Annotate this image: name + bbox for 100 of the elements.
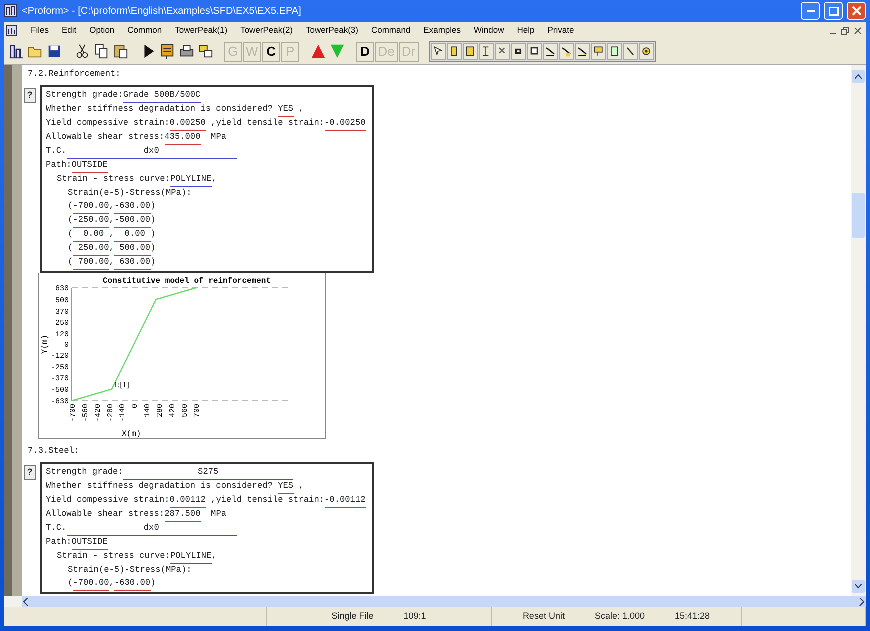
diagonal-line-button[interactable] bbox=[574, 43, 590, 60]
value-field[interactable]: -700.00 bbox=[73, 200, 110, 214]
value-field[interactable]: POLYLINE bbox=[170, 173, 212, 187]
page-icon bbox=[464, 44, 477, 59]
value-field[interactable]: -0.00112 bbox=[324, 494, 366, 508]
value-field[interactable]: -630.00 bbox=[114, 200, 151, 214]
panel-button[interactable] bbox=[606, 43, 622, 60]
minimize-icon bbox=[806, 10, 814, 12]
scroll-down-button[interactable] bbox=[852, 580, 865, 593]
cross-button[interactable] bbox=[494, 43, 510, 60]
menu-item[interactable]: Command bbox=[371, 24, 411, 37]
menu-item[interactable]: Option bbox=[90, 24, 115, 37]
value-field[interactable]: 435.000 bbox=[164, 131, 201, 145]
value-field[interactable]: OUTSIDE bbox=[72, 536, 108, 550]
value-field[interactable]: POLYLINE bbox=[170, 550, 212, 564]
square-button[interactable] bbox=[510, 43, 526, 60]
document-icon bbox=[6, 24, 18, 36]
scroll-up-button[interactable] bbox=[852, 70, 865, 83]
minimize-button[interactable] bbox=[801, 2, 820, 20]
label-text: Strain - stress curve: bbox=[57, 550, 170, 563]
value-field[interactable]: 700.00 bbox=[73, 256, 110, 270]
frame-button[interactable] bbox=[526, 43, 542, 60]
restore-icon[interactable] bbox=[841, 26, 849, 34]
value-field[interactable]: -630.00 bbox=[114, 577, 151, 591]
horizontal-scrollbar[interactable] bbox=[4, 596, 866, 607]
label-text: , bbox=[109, 577, 114, 590]
value-field[interactable]: 630.00 bbox=[114, 256, 151, 270]
label-text: , bbox=[109, 214, 114, 227]
value-field[interactable]: 0.00112 bbox=[170, 494, 206, 508]
value-field[interactable]: dx0 bbox=[66, 522, 237, 536]
panel-icon bbox=[592, 44, 605, 59]
value-field[interactable]: 287.500 bbox=[164, 508, 201, 522]
close-icon bbox=[852, 6, 862, 16]
scroll-right-icon[interactable] bbox=[858, 598, 866, 606]
label-text: MPa bbox=[210, 131, 227, 144]
menu-item[interactable]: Examples bbox=[424, 24, 461, 37]
value-field[interactable]: Grade 500B/500C bbox=[123, 89, 201, 103]
label-text: MPa bbox=[210, 508, 227, 521]
label-text: Allowable shear stress: bbox=[46, 131, 165, 144]
y-axis-label: Y(m) bbox=[41, 334, 50, 354]
toolbar-button[interactable]: D bbox=[356, 42, 374, 62]
value-field[interactable]: S275 bbox=[123, 466, 294, 480]
value-field[interactable]: -700.00 bbox=[73, 577, 110, 591]
value-field[interactable]: 0.00250 bbox=[170, 117, 206, 131]
label-text: ,yield tensile strain: bbox=[210, 117, 325, 130]
label-text: Strain - stress curve: bbox=[57, 173, 170, 186]
panel-button[interactable] bbox=[590, 43, 606, 60]
cursor-icon bbox=[432, 44, 445, 59]
label-text: Path: bbox=[46, 159, 72, 172]
caret-down-icon bbox=[855, 584, 862, 589]
menu-item[interactable]: Common bbox=[128, 24, 162, 37]
toolbar-button[interactable]: C bbox=[262, 42, 280, 62]
menu-item[interactable]: TowerPeak(2) bbox=[240, 24, 294, 37]
menu-item[interactable]: Edit bbox=[62, 24, 77, 37]
label-text: ( bbox=[68, 577, 74, 590]
value-field[interactable]: -250.00 bbox=[73, 214, 110, 228]
menu-item[interactable]: Window bbox=[474, 24, 504, 37]
label-text: ( bbox=[68, 200, 74, 213]
scroll-thumb[interactable] bbox=[852, 193, 865, 238]
beam-button[interactable] bbox=[478, 43, 494, 60]
value-field[interactable]: dx0 bbox=[66, 145, 237, 159]
diagonal-line-button[interactable] bbox=[622, 43, 638, 60]
label-text: ) bbox=[150, 256, 156, 269]
value-field[interactable]: OUTSIDE bbox=[72, 159, 108, 173]
menu-item[interactable]: Private bbox=[548, 24, 574, 37]
label-text: ) bbox=[150, 228, 156, 241]
gear-button[interactable] bbox=[638, 43, 654, 60]
value-field[interactable]: 0.00 bbox=[73, 228, 110, 242]
label-text: T.C. bbox=[46, 522, 67, 535]
label-text: ( bbox=[68, 256, 74, 269]
value-field[interactable]: 500.00 bbox=[114, 242, 151, 256]
scroll-left-icon[interactable] bbox=[22, 598, 30, 606]
caret-up-icon bbox=[855, 74, 862, 79]
label-text: Yield compessive strain: bbox=[46, 117, 170, 130]
maximize-button[interactable] bbox=[824, 2, 843, 20]
value-field[interactable]: 0.00 bbox=[114, 228, 151, 242]
label-text: , bbox=[212, 550, 217, 563]
value-field[interactable]: YES bbox=[278, 103, 294, 117]
menu-item[interactable]: Files bbox=[31, 24, 49, 37]
diagonal-line-button[interactable] bbox=[558, 43, 574, 60]
value-field[interactable]: -0.00250 bbox=[324, 117, 366, 131]
app-icon bbox=[4, 4, 18, 18]
close-icon[interactable] bbox=[854, 26, 862, 34]
cursor-button[interactable] bbox=[430, 43, 446, 60]
close-button[interactable] bbox=[847, 2, 866, 20]
diagonal-line-button[interactable] bbox=[542, 43, 558, 60]
value-field[interactable]: -500.00 bbox=[114, 214, 151, 228]
label-text: Strain(e-5)-Stress(MPa): bbox=[68, 187, 192, 200]
menu-item[interactable]: TowerPeak(3) bbox=[306, 24, 358, 37]
vertical-scrollbar[interactable] bbox=[851, 65, 866, 596]
label-text: Strain(e-5)-Stress(MPa): bbox=[68, 564, 192, 577]
menu-item[interactable]: TowerPeak(1) bbox=[175, 24, 228, 37]
value-field[interactable]: YES bbox=[278, 480, 294, 494]
value-field[interactable]: 250.00 bbox=[73, 242, 110, 256]
help-button[interactable]: ? bbox=[24, 88, 36, 103]
menu-item[interactable]: Help bbox=[517, 24, 535, 37]
help-button[interactable]: ? bbox=[24, 465, 36, 480]
x-axis-label: X(m) bbox=[122, 430, 142, 439]
page-button[interactable] bbox=[462, 43, 478, 60]
status-text: 109:1 bbox=[404, 610, 426, 623]
